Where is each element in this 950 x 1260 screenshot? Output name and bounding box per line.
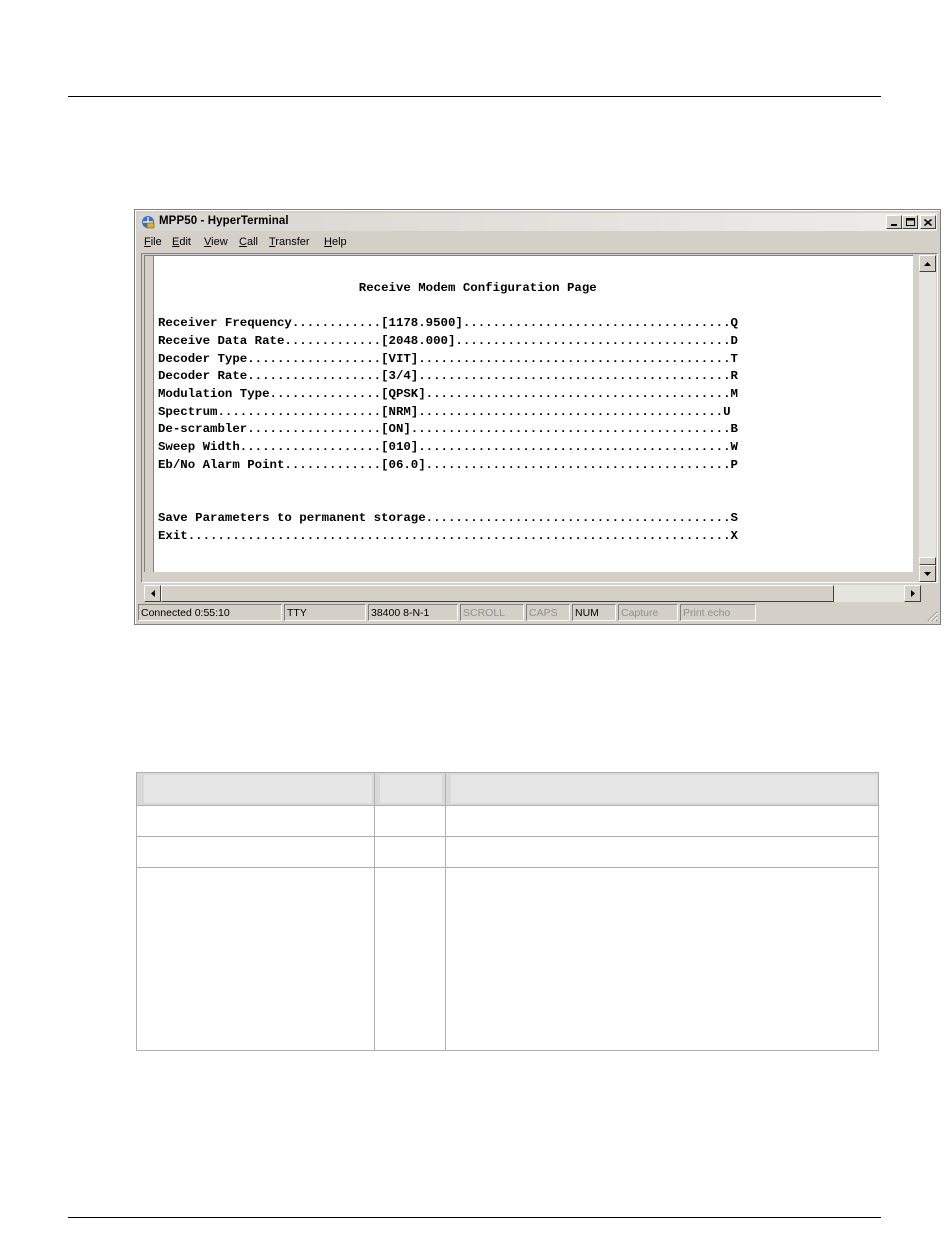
terminal-text: Receive Modem Configuration Page Receive… [158, 280, 738, 543]
status-print-echo: Print echo [680, 604, 756, 621]
hyperterminal-app-icon [142, 216, 155, 229]
window-title: MPP50 - HyperTerminal [159, 215, 289, 227]
status-bar: Connected 0:55:10 TTY 38400 8-N-1 SCROLL… [138, 604, 938, 622]
scroll-right-button[interactable] [904, 585, 921, 602]
scroll-down-button[interactable] [919, 565, 936, 582]
status-num: NUM [572, 604, 616, 621]
maximize-button[interactable] [902, 215, 918, 229]
terminal-frame: Receive Modem Configuration Page Receive… [141, 253, 938, 583]
menu-help[interactable]: Help [324, 236, 347, 248]
status-emulation: TTY [284, 604, 366, 621]
table-column-divider [445, 773, 446, 1050]
arrow-left-icon [150, 590, 155, 597]
status-caps: CAPS [526, 604, 570, 621]
arrow-down-icon [924, 571, 931, 576]
table-row-divider [137, 836, 878, 837]
page-bottom-rule [68, 1217, 881, 1218]
table-header-row [137, 773, 878, 805]
parameter-table [136, 772, 879, 1051]
table-header-cell [144, 775, 372, 803]
menu-file[interactable]: File [144, 236, 162, 248]
table-column-divider [374, 773, 375, 1050]
minimize-icon [891, 224, 897, 226]
minimize-button[interactable] [886, 215, 902, 229]
vertical-scroll-thumb[interactable] [919, 557, 936, 565]
menu-call[interactable]: Call [239, 236, 258, 248]
table-row-divider [137, 867, 878, 868]
arrow-up-icon [924, 261, 931, 266]
page-top-rule [68, 96, 881, 97]
scroll-left-button[interactable] [144, 585, 161, 602]
menu-edit[interactable]: Edit [172, 236, 191, 248]
table-header-cell [380, 775, 442, 803]
horizontal-scroll-thumb[interactable] [161, 585, 834, 602]
close-button[interactable] [920, 215, 936, 229]
vertical-scrollbar[interactable] [919, 255, 936, 582]
scroll-up-button[interactable] [919, 255, 936, 272]
hyperterminal-window: MPP50 - HyperTerminal File Edit View Cal… [134, 209, 941, 625]
status-connected: Connected 0:55:10 [138, 604, 282, 621]
horizontal-scrollbar[interactable] [144, 585, 921, 602]
status-capture: Capture [618, 604, 678, 621]
close-icon [924, 218, 932, 226]
resize-grip-icon[interactable] [926, 610, 938, 622]
arrow-right-icon [910, 590, 915, 597]
title-bar[interactable]: MPP50 - HyperTerminal [138, 213, 937, 231]
terminal-gutter [145, 256, 154, 572]
terminal-screen[interactable]: Receive Modem Configuration Page Receive… [144, 255, 913, 572]
table-header-cell [451, 775, 877, 803]
menu-view[interactable]: View [204, 236, 228, 248]
menu-transfer[interactable]: Transfer [269, 236, 310, 248]
maximize-icon [905, 218, 915, 226]
status-port-settings: 38400 8-N-1 [368, 604, 458, 621]
table-row-divider [137, 805, 878, 806]
status-scroll: SCROLL [460, 604, 524, 621]
